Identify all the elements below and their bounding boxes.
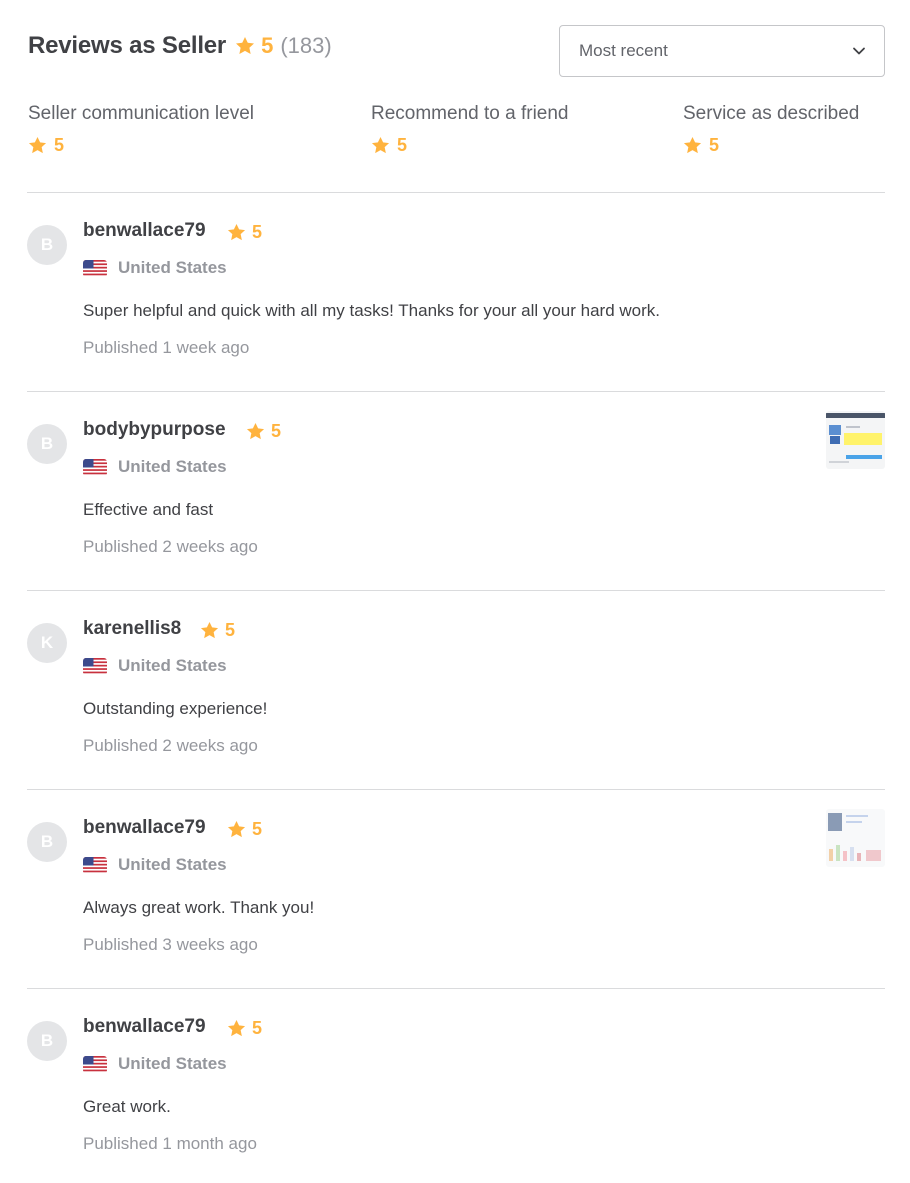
- category-label: Service as described: [683, 103, 860, 124]
- sort-selected-value: Most recent: [579, 41, 668, 60]
- category-label: Seller communication level: [28, 103, 254, 124]
- review-comment: Effective and fast: [83, 500, 214, 519]
- review-comment: Outstanding experience!: [83, 699, 268, 718]
- us-flag-icon: [83, 856, 107, 874]
- reviewer-username[interactable]: benwallace79: [83, 817, 206, 839]
- star-icon: [200, 621, 219, 640]
- avatar[interactable]: B: [27, 1021, 67, 1061]
- review-rating-value: 5: [252, 1018, 263, 1038]
- chevron-down-icon: [853, 47, 865, 55]
- category-rating: 5: [371, 135, 569, 156]
- category-rating-value: 5: [54, 135, 65, 155]
- review-attachment-thumbnail[interactable]: [826, 411, 885, 469]
- review-rating: 5: [227, 222, 262, 243]
- us-flag-icon: [83, 259, 107, 277]
- star-icon: [235, 36, 255, 56]
- star-icon: [227, 223, 246, 242]
- reviewer-username[interactable]: karenellis8: [83, 618, 181, 640]
- us-flag-icon: [83, 458, 107, 476]
- star-icon: [227, 820, 246, 839]
- published-time: Published 2 weeks ago: [83, 736, 258, 755]
- category-recommend: Recommend to a friend 5: [371, 103, 569, 156]
- overall-rating: 5: [261, 33, 274, 58]
- review-comment: Always great work. Thank you!: [83, 898, 315, 917]
- review-rating-value: 5: [252, 819, 263, 839]
- reviewer-country: United States: [83, 258, 227, 278]
- review-rating: 5: [227, 819, 262, 840]
- review-item: B bodybypurpose 5 United States Effectiv…: [27, 391, 885, 590]
- reviews-title: Reviews as Seller: [28, 32, 227, 59]
- category-rating: 5: [28, 135, 254, 156]
- avatar[interactable]: B: [27, 822, 67, 862]
- category-service-described: Service as described 5: [683, 103, 859, 156]
- sort-dropdown[interactable]: Most recent: [559, 25, 885, 77]
- reviewer-username[interactable]: benwallace79: [83, 220, 206, 242]
- review-rating: 5: [200, 620, 235, 641]
- published-time: Published 2 weeks ago: [83, 537, 258, 556]
- review-item: B benwallace79 5 United States Great wor…: [27, 988, 885, 1183]
- us-flag-icon: [83, 657, 107, 675]
- published-time: Published 3 weeks ago: [83, 935, 258, 954]
- reviewer-country: United States: [83, 1054, 227, 1074]
- review-item: B benwallace79 5 United States Always gr…: [27, 789, 885, 988]
- review-rating-value: 5: [225, 620, 236, 640]
- review-rating: 5: [227, 1018, 262, 1039]
- star-icon: [246, 422, 265, 441]
- country-name: United States: [118, 457, 227, 476]
- country-name: United States: [118, 1054, 227, 1073]
- country-name: United States: [118, 855, 227, 874]
- category-label: Recommend to a friend: [371, 103, 569, 124]
- review-rating-value: 5: [252, 222, 263, 242]
- review-item: K karenellis8 5 United States Outstandin…: [27, 590, 885, 789]
- star-icon: [28, 136, 47, 155]
- country-name: United States: [118, 258, 227, 277]
- review-comment: Great work.: [83, 1097, 171, 1116]
- reviewer-country: United States: [83, 457, 227, 477]
- review-comment: Super helpful and quick with all my task…: [83, 301, 661, 320]
- category-rating-value: 5: [709, 135, 720, 155]
- category-rating-value: 5: [397, 135, 408, 155]
- star-icon: [683, 136, 702, 155]
- avatar[interactable]: B: [27, 225, 67, 265]
- published-time: Published 1 week ago: [83, 338, 250, 357]
- country-name: United States: [118, 656, 227, 675]
- star-icon: [227, 1019, 246, 1038]
- review-attachment-thumbnail[interactable]: [826, 809, 885, 867]
- reviewer-username[interactable]: benwallace79: [83, 1016, 206, 1038]
- category-seller-communication: Seller communication level 5: [28, 103, 254, 156]
- reviewer-country: United States: [83, 855, 227, 875]
- avatar[interactable]: K: [27, 623, 67, 663]
- category-rating: 5: [683, 135, 859, 156]
- reviewer-username[interactable]: bodybypurpose: [83, 419, 226, 441]
- reviews-header: Reviews as Seller 5 (183): [28, 32, 332, 60]
- review-count: (183): [280, 33, 332, 58]
- avatar[interactable]: B: [27, 424, 67, 464]
- review-rating-value: 5: [271, 421, 282, 441]
- reviewer-country: United States: [83, 656, 227, 676]
- star-icon: [371, 136, 390, 155]
- review-rating: 5: [246, 421, 281, 442]
- review-item: B benwallace79 5 United States Super hel…: [27, 192, 885, 391]
- us-flag-icon: [83, 1055, 107, 1073]
- published-time: Published 1 month ago: [83, 1134, 257, 1153]
